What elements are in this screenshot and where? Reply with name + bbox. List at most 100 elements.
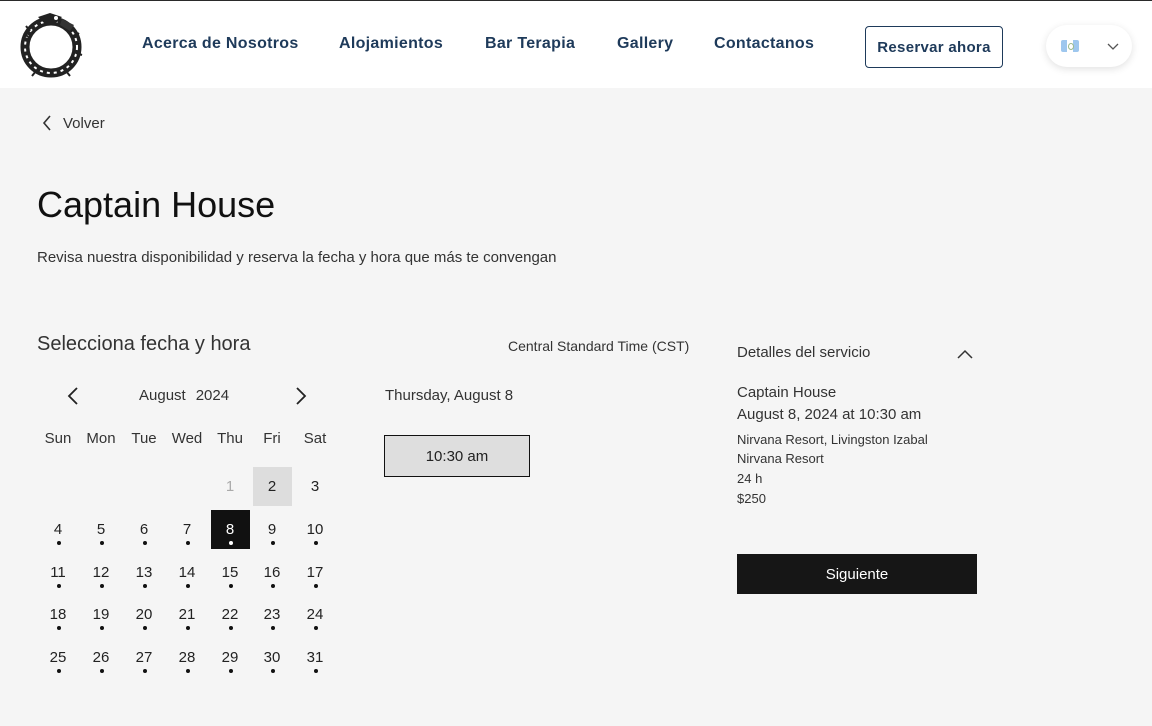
chevron-up-icon[interactable] [956,345,974,363]
calendar-day-14[interactable]: 14 [168,553,207,592]
nav-acerca-de-nosotros[interactable]: Acerca de Nosotros [142,35,299,53]
calendar-day-number: 19 [92,605,110,623]
nav-bar-terapia[interactable]: Bar Terapia [485,35,575,53]
weekday-header: Sun [44,430,72,447]
calendar-day-25[interactable]: 25 [39,638,78,677]
siguiente-button[interactable]: Siguiente [737,554,977,594]
language-selector[interactable] [1046,25,1132,67]
calendar-day-number: 21 [178,605,196,623]
calendar-day-16[interactable]: 16 [253,553,292,592]
calendar-day-number: 14 [178,563,196,581]
calendar-day-17[interactable]: 17 [296,553,335,592]
calendar-day-18[interactable]: 18 [39,595,78,634]
calendar-day-8[interactable]: 8 [210,509,250,549]
back-link[interactable]: Volver [41,114,105,132]
calendar-day-13[interactable]: 13 [125,553,164,592]
weekday-header: Sat [303,430,327,447]
service-duration: 24 h [737,471,763,486]
calendar-day-30[interactable]: 30 [253,638,292,677]
nav-contactanos[interactable]: Contactanos [714,35,814,53]
availability-dot [56,668,61,673]
calendar-day-12[interactable]: 12 [82,553,121,592]
serpent-ouroboros-logo-icon[interactable] [16,9,86,81]
calendar-day-number: 6 [139,520,149,538]
calendar-day-number: 31 [306,648,324,666]
calendar-day-number: 1 [225,477,235,495]
chevron-left-icon [42,115,51,131]
page-title: Captain House [37,184,276,225]
calendar-day-4[interactable]: 4 [39,510,78,549]
availability-dot [228,625,233,630]
timezone-label[interactable]: Central Standard Time (CST) [508,338,689,354]
availability-dot [228,583,233,588]
availability-dot [228,668,233,673]
calendar-day-9[interactable]: 9 [253,510,292,549]
service-details-heading[interactable]: Detalles del servicio [737,344,870,361]
calendar-day-7[interactable]: 7 [168,510,207,549]
availability-dot [185,540,190,545]
weekday-header: Thu [217,430,243,447]
chevron-down-icon [1107,43,1119,50]
availability-dot [142,540,147,545]
guatemala-flag-icon [1061,40,1079,52]
availability-dot [228,540,233,545]
calendar-day-29[interactable]: 29 [211,638,250,677]
reservar-ahora-button[interactable]: Reservar ahora [865,26,1003,68]
calendar-day-number: 4 [53,520,63,538]
calendar-day-number: 22 [221,605,239,623]
availability-dot [99,540,104,545]
calendar-day-number: 30 [263,648,281,666]
calendar-day-20[interactable]: 20 [125,595,164,634]
nav-alojamientos[interactable]: Alojamientos [339,35,443,53]
calendar-day-28[interactable]: 28 [168,638,207,677]
calendar-day-19[interactable]: 19 [82,595,121,634]
calendar-day-27[interactable]: 27 [125,638,164,677]
availability-dot [313,668,318,673]
calendar-day-26[interactable]: 26 [82,638,121,677]
calendar-day-1: 1 [211,467,250,506]
availability-dot [270,668,275,673]
calendar-day-10[interactable]: 10 [296,510,335,549]
weekday-header: Tue [131,430,157,447]
availability-dot [99,583,104,588]
calendar-day-number: 8 [225,520,235,538]
calendar-day-number: 25 [49,648,67,666]
availability-dot [270,583,275,588]
calendar-day-3[interactable]: 3 [296,467,335,506]
nav-gallery[interactable]: Gallery [617,35,673,53]
availability-dot [185,668,190,673]
calendar-year: 2024 [195,387,230,404]
calendar-day-31[interactable]: 31 [296,638,335,677]
calendar-day-11[interactable]: 11 [39,553,78,592]
calendar-day-6[interactable]: 6 [125,510,164,549]
back-label: Volver [63,114,105,132]
calendar-day-number: 9 [267,520,277,538]
service-price: $250 [737,491,766,506]
availability-dot [56,625,61,630]
calendar-day-24[interactable]: 24 [296,595,335,634]
availability-dot [56,540,61,545]
calendar-day-15[interactable]: 15 [211,553,250,592]
selected-date-label: Thursday, August 8 [385,387,514,404]
calendar-day-22[interactable]: 22 [211,595,250,634]
calendar-day-number: 18 [49,605,67,623]
calendar-day-number: 3 [310,477,320,495]
time-slot-button[interactable]: 10:30 am [384,435,530,477]
calendar-day-21[interactable]: 21 [168,595,207,634]
calendar-day-2[interactable]: 2 [252,466,292,506]
calendar-next-month-button[interactable] [289,385,311,407]
calendar-prev-month-button[interactable] [63,385,85,407]
calendar-day-number: 15 [221,563,239,581]
select-date-time-heading: Selecciona fecha y hora [37,333,251,355]
availability-dot [313,625,318,630]
calendar-day-number: 28 [178,648,196,666]
service-datetime: August 8, 2024 at 10:30 am [737,406,922,423]
calendar-month: August [139,387,186,404]
service-name: Captain House [737,384,837,401]
availability-dot [270,625,275,630]
calendar-day-number: 10 [306,520,324,538]
calendar-day-5[interactable]: 5 [82,510,121,549]
availability-dot [313,540,318,545]
availability-dot [313,583,318,588]
calendar-day-23[interactable]: 23 [253,595,292,634]
